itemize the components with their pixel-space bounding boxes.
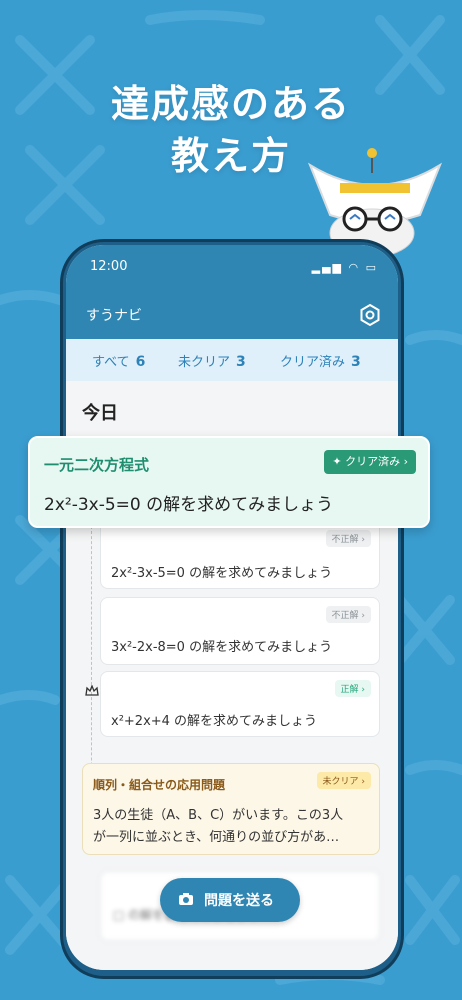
send-problem-label: 問題を送る — [204, 893, 274, 909]
cleared-badge-label: クリア済み › — [345, 455, 408, 468]
tab-cleared[interactable]: クリア済み 3 — [280, 351, 361, 370]
cleared-badge: ✦ クリア済み › — [324, 450, 416, 474]
problem-text: 3x²-2x-8=0 の解を求めてみましょう — [111, 640, 333, 655]
highlighted-problem-card[interactable]: 一元二次方程式 ✦ クリア済み › 2x²-3x-5=0 の解を求めてみましょう — [28, 436, 430, 528]
problem-card[interactable]: 正解 › x²+2x+4 の解を求めてみましょう — [100, 671, 380, 737]
camera-icon — [179, 893, 193, 905]
problem-card[interactable]: 不正解 › 3x²-2x-8=0 の解を求めてみましょう — [100, 597, 380, 665]
app-title: すうナビ — [86, 308, 142, 324]
uncleared-badge: 未クリア › — [316, 772, 371, 789]
phone-screen: 12:00 ▂▄▆ ◠ ▭ すうナビ すべて 6 未クリア 3 クリア済み 3 今日 … — [66, 245, 398, 970]
tab-all-count: 6 — [135, 354, 146, 370]
tab-uncleared-count: 3 — [236, 354, 246, 370]
problem-card[interactable]: 不正解 › 2x²-3x-5=0 の解を求めてみましょう — [100, 521, 380, 589]
status-bar: 12:00 ▂▄▆ ◠ ▭ — [66, 245, 398, 293]
tab-cleared-count: 3 — [351, 354, 361, 370]
problem-text: x²+2x+4 の解を求めてみましょう — [111, 714, 318, 729]
headline-line-1: 達成感のある — [110, 82, 351, 126]
sparkle-icon: ✦ — [332, 455, 346, 468]
send-problem-button[interactable]: 問題を送る — [160, 878, 300, 922]
signal-wifi-battery-icon: ▂▄▆ ◠ ▭ — [311, 261, 378, 274]
tab-uncleared-label: 未クリア — [178, 355, 231, 370]
incorrect-badge: 不正解 › — [325, 530, 371, 547]
problem-text: 2x²-3x-5=0 の解を求めてみましょう — [44, 495, 334, 515]
problem-title: 順列・組合せの応用問題 — [93, 778, 226, 792]
filter-tabs: すべて 6 未クリア 3 クリア済み 3 — [66, 339, 398, 381]
tab-cleared-label: クリア済み — [280, 355, 346, 370]
problem-title: 一元二次方程式 — [44, 456, 150, 474]
problem-card-uncleared[interactable]: 順列・組合せの応用問題 未クリア › 3人の生徒（A、B、C）がいます。この3人… — [82, 763, 380, 855]
problem-text: 2x²-3x-5=0 の解を求めてみましょう — [111, 566, 333, 581]
incorrect-badge: 不正解 › — [325, 606, 371, 623]
tab-uncleared[interactable]: 未クリア 3 — [178, 351, 246, 370]
tab-all[interactable]: すべて 6 — [92, 351, 145, 370]
app-bar: すうナビ — [66, 293, 398, 339]
problem-text-line-1: 3人の生徒（A、B、C）がいます。この3人 — [93, 808, 344, 823]
problem-text-line-2: が一列に並ぶとき、何通りの並び方があ… — [93, 830, 340, 845]
tab-all-label: すべて — [92, 355, 130, 370]
crown-icon — [85, 685, 99, 696]
status-time: 12:00 — [90, 259, 128, 274]
correct-badge: 正解 › — [334, 680, 371, 697]
settings-gear-icon[interactable] — [358, 303, 382, 327]
section-date: 今日 — [82, 403, 118, 424]
